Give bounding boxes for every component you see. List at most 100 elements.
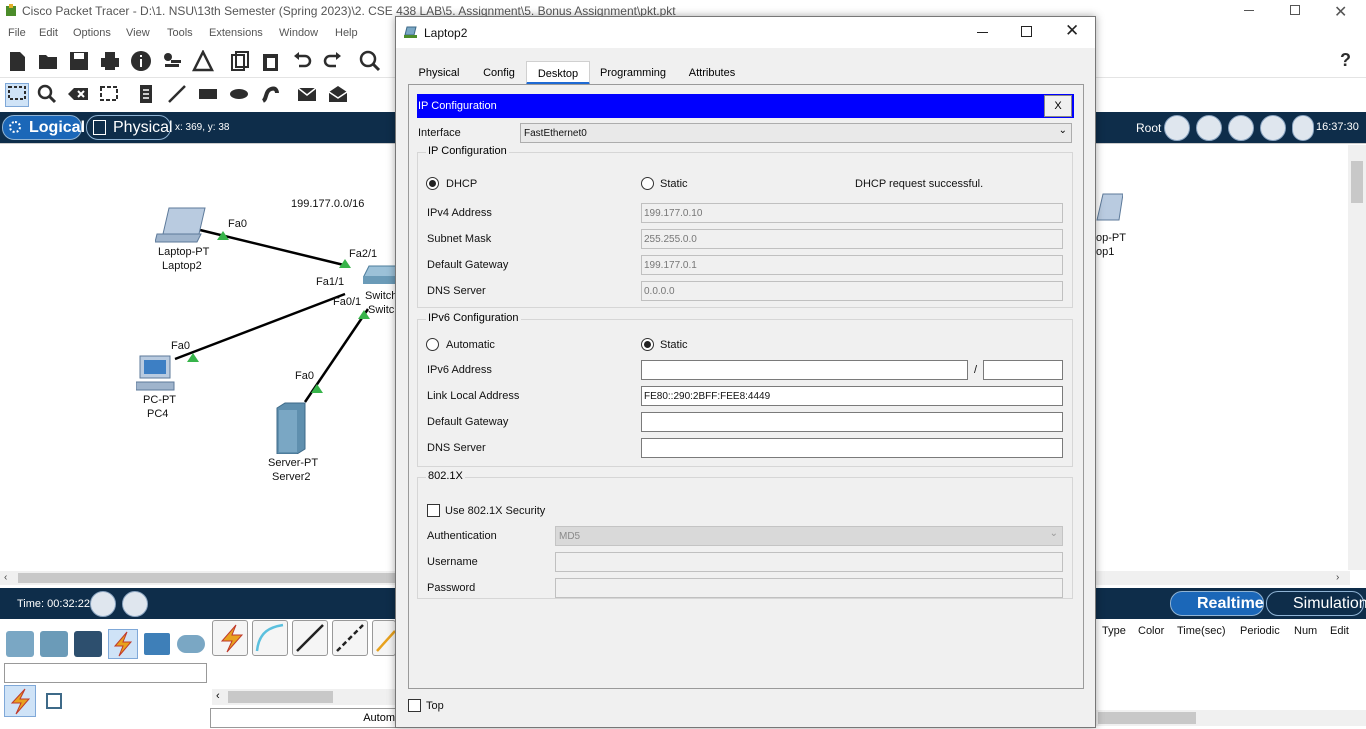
dialog-minimize-icon[interactable] bbox=[977, 32, 988, 33]
connections-icon[interactable] bbox=[108, 629, 138, 659]
activity-wizard-icon[interactable] bbox=[191, 49, 216, 74]
dns-server-field[interactable]: 0.0.0.0 bbox=[641, 281, 1063, 301]
pc-device-icon[interactable] bbox=[135, 354, 176, 392]
auto-connection-icon[interactable] bbox=[4, 685, 36, 717]
server-device-icon[interactable] bbox=[275, 402, 307, 455]
ipv6-prefix-field[interactable] bbox=[983, 360, 1063, 380]
fast-forward-icon[interactable] bbox=[122, 591, 148, 617]
root-label[interactable]: Root bbox=[1136, 121, 1161, 135]
menu-options[interactable]: Options bbox=[73, 27, 111, 39]
console-cable-icon[interactable] bbox=[252, 620, 288, 656]
end-devices-icon[interactable] bbox=[6, 631, 34, 657]
open-folder-icon[interactable] bbox=[37, 50, 61, 74]
dialog-close-icon[interactable]: ✕ bbox=[1065, 21, 1079, 41]
grid-icon[interactable] bbox=[46, 693, 62, 709]
username-field[interactable] bbox=[555, 552, 1063, 572]
logical-view-button[interactable]: Logical bbox=[2, 115, 85, 140]
add-complex-pdu-icon[interactable] bbox=[327, 83, 351, 107]
new-file-icon[interactable] bbox=[6, 50, 30, 74]
device-search-input[interactable] bbox=[4, 663, 207, 683]
dialog-maximize-icon[interactable] bbox=[1021, 26, 1032, 37]
laptop1-device-icon[interactable] bbox=[1095, 192, 1124, 230]
realtime-button[interactable]: Realtime bbox=[1170, 591, 1264, 616]
switches-icon[interactable] bbox=[40, 631, 68, 657]
static-ipv4-radio[interactable] bbox=[641, 177, 654, 190]
ellipse-icon[interactable] bbox=[228, 83, 252, 107]
back-icon[interactable] bbox=[1164, 115, 1190, 141]
delete-icon[interactable] bbox=[67, 83, 91, 107]
add-simple-pdu-icon[interactable] bbox=[296, 83, 320, 107]
ipv4-address-field[interactable]: 199.177.0.10 bbox=[641, 203, 1063, 223]
menu-extensions[interactable]: Extensions bbox=[209, 27, 263, 39]
ipv6-gateway-field[interactable] bbox=[641, 412, 1063, 432]
password-field[interactable] bbox=[555, 578, 1063, 598]
menu-window[interactable]: Window bbox=[279, 27, 318, 39]
dhcp-radio[interactable] bbox=[426, 177, 439, 190]
menu-edit[interactable]: Edit bbox=[39, 27, 58, 39]
zoom-in-icon[interactable] bbox=[359, 50, 383, 74]
physical-view-button[interactable]: Physical bbox=[86, 115, 173, 140]
save-icon[interactable] bbox=[68, 50, 92, 74]
redo-icon[interactable] bbox=[322, 50, 346, 74]
laptop-device-icon[interactable] bbox=[154, 206, 209, 244]
scroll-thumb-vertical[interactable] bbox=[1351, 161, 1363, 203]
rectangle-icon[interactable] bbox=[197, 83, 221, 107]
use-8021x-checkbox[interactable] bbox=[427, 504, 440, 517]
tab-attributes[interactable]: Attributes bbox=[676, 61, 748, 85]
subnet-mask-field[interactable]: 255.255.0.0 bbox=[641, 229, 1063, 249]
draw-line-icon[interactable] bbox=[166, 83, 190, 107]
connection-auto-icon[interactable] bbox=[212, 620, 248, 656]
menu-view[interactable]: View bbox=[126, 27, 150, 39]
tab-programming[interactable]: Programming bbox=[590, 61, 676, 85]
help-icon[interactable]: ? bbox=[1340, 50, 1351, 71]
close-icon[interactable]: ✕ bbox=[1334, 2, 1348, 21]
resize-shape-icon[interactable] bbox=[98, 83, 122, 107]
straight-cable-icon[interactable] bbox=[292, 620, 328, 656]
automatic-radio[interactable] bbox=[426, 338, 439, 351]
menu-file[interactable]: File bbox=[8, 27, 26, 39]
menu-tools[interactable]: Tools bbox=[167, 27, 193, 39]
tab-desktop[interactable]: Desktop bbox=[526, 61, 590, 85]
cable-list-scrollbar[interactable]: ‹ bbox=[212, 689, 396, 705]
event-scroll-thumb[interactable] bbox=[1098, 712, 1196, 724]
viewport-icon[interactable] bbox=[1228, 115, 1254, 141]
network-wizard-icon[interactable] bbox=[161, 50, 185, 74]
clock-icon[interactable] bbox=[1292, 115, 1314, 141]
undo-icon[interactable] bbox=[291, 50, 315, 74]
freeform-icon[interactable] bbox=[259, 83, 283, 107]
ip-config-close-button[interactable]: X bbox=[1044, 95, 1072, 117]
workspace-vertical-scrollbar[interactable] bbox=[1348, 145, 1366, 570]
authentication-select[interactable]: MD5 ⌄ bbox=[555, 526, 1063, 546]
tab-config[interactable]: Config bbox=[472, 61, 526, 85]
default-gateway-field[interactable]: 199.177.0.1 bbox=[641, 255, 1063, 275]
info-icon[interactable] bbox=[130, 50, 154, 74]
crossover-cable-icon[interactable] bbox=[332, 620, 368, 656]
components-icon[interactable] bbox=[74, 631, 102, 657]
inspect-icon[interactable] bbox=[36, 83, 60, 107]
top-checkbox[interactable] bbox=[408, 699, 421, 712]
minimize-icon[interactable] bbox=[1244, 10, 1254, 11]
environment-icon[interactable] bbox=[1260, 115, 1286, 141]
select-tool-icon[interactable] bbox=[5, 83, 29, 107]
static-ipv6-radio[interactable] bbox=[641, 338, 654, 351]
menu-help[interactable]: Help bbox=[335, 27, 358, 39]
tab-physical[interactable]: Physical bbox=[406, 61, 472, 85]
ipv6-address-field[interactable] bbox=[641, 360, 968, 380]
scroll-left-icon[interactable]: ‹ bbox=[4, 572, 7, 583]
cloud-icon[interactable] bbox=[177, 635, 205, 653]
ipv6-dns-field[interactable] bbox=[641, 438, 1063, 458]
copy-icon[interactable] bbox=[229, 50, 253, 74]
cable-scroll-left-icon[interactable]: ‹ bbox=[216, 690, 220, 702]
event-list-scrollbar[interactable] bbox=[1096, 710, 1366, 726]
fiber-cable-icon[interactable] bbox=[372, 620, 396, 656]
note-icon[interactable] bbox=[135, 83, 159, 107]
restore-icon[interactable] bbox=[1290, 5, 1300, 15]
interface-select[interactable]: FastEthernet0 ⌄ bbox=[520, 123, 1072, 143]
scroll-right-icon[interactable]: › bbox=[1336, 572, 1339, 583]
power-cycle-icon[interactable] bbox=[90, 591, 116, 617]
cluster-icon[interactable] bbox=[1196, 115, 1222, 141]
misc-folder-icon[interactable] bbox=[144, 633, 170, 655]
simulation-button[interactable]: Simulation bbox=[1266, 591, 1366, 616]
switch-device-icon[interactable] bbox=[362, 264, 397, 286]
cable-scroll-thumb[interactable] bbox=[228, 691, 333, 703]
